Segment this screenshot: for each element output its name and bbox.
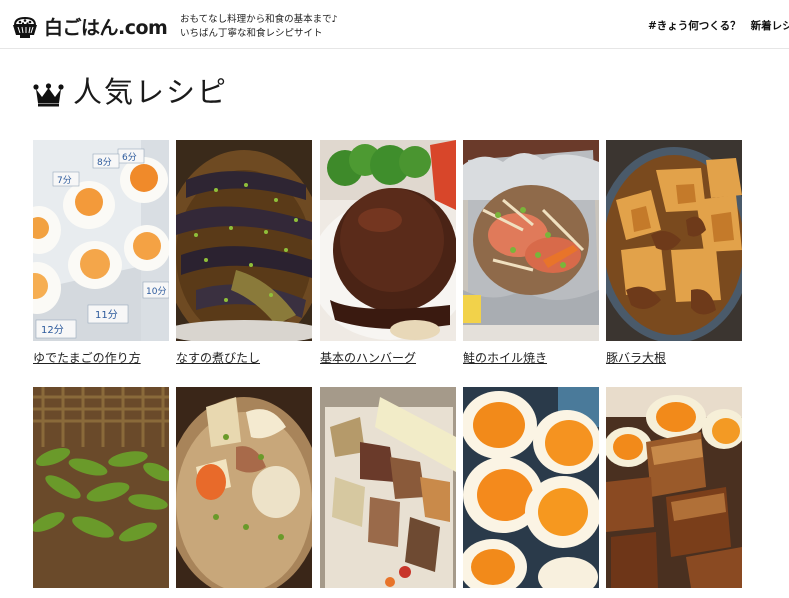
recipe-thumbnail[interactable]: 6分 7分 8分 10分 11分 12分	[33, 140, 169, 341]
recipe-title-link[interactable]: 基本のハンバーグ	[320, 351, 456, 366]
nav-link-new-recipes[interactable]: 新着レシピ	[751, 18, 789, 33]
recipe-title-link[interactable]: 鮭のホイル焼き	[463, 351, 599, 366]
recipe-thumbnail[interactable]	[463, 387, 599, 588]
eggplant-photo	[176, 140, 312, 341]
recipe-card[interactable]: 豚バラ大根	[606, 140, 742, 366]
recipe-card[interactable]	[320, 387, 456, 598]
header-nav: #きょう何つくる？ 新着レシピ	[648, 18, 789, 33]
recipe-card[interactable]: 基本のハンバーグ	[320, 140, 456, 366]
nav-link-today[interactable]: #きょう何つくる？	[648, 18, 741, 33]
logo-text: 白ごはん.com	[44, 17, 168, 39]
recipe-card[interactable]: なすの煮びたし	[176, 140, 312, 366]
recipe-card[interactable]	[463, 387, 599, 598]
recipe-thumbnail[interactable]	[606, 387, 742, 588]
egg-label-6: 6分	[122, 152, 137, 163]
simmered-vegetables-photo	[320, 387, 456, 588]
recipe-thumbnail[interactable]	[320, 387, 456, 588]
hamburg-steak-photo	[320, 140, 456, 341]
edamame-photo	[33, 387, 169, 588]
recipe-card[interactable]: 6分 7分 8分 10分 11分 12分 ゆでたまごの作り方	[33, 140, 169, 366]
recipe-title-link[interactable]: ゆでたまごの作り方	[33, 351, 169, 366]
egg-label-8: 8分	[97, 157, 112, 168]
rice-bowl-icon	[13, 16, 37, 38]
egg-label-7: 7分	[57, 175, 72, 186]
site-tagline: おもてなし料理から和食の基本まで♪ いちばん丁寧な和食レシピサイト	[180, 13, 390, 41]
recipe-thumbnail[interactable]	[176, 140, 312, 341]
egg-label-11: 11分	[95, 309, 118, 321]
section-heading: 人気レシピ	[33, 72, 228, 112]
section-title: 人気レシピ	[73, 75, 229, 109]
recipe-thumbnail[interactable]	[33, 387, 169, 588]
tonjiru-photo	[176, 387, 312, 588]
recipe-card[interactable]: 鮭のホイル焼き	[463, 140, 599, 366]
tagline-line-1: おもてなし料理から和食の基本まで♪	[180, 14, 338, 25]
site-header: 白ごはん.com おもてなし料理から和食の基本まで♪ いちばん丁寧な和食レシピサ…	[0, 0, 789, 49]
site-logo[interactable]: 白ごはん.com	[11, 16, 168, 40]
crown-icon	[33, 83, 64, 107]
recipe-thumbnail[interactable]	[606, 140, 742, 341]
boiled-eggs-photo: 6分 7分 8分 10分 11分 12分	[33, 140, 169, 341]
egg-label-12: 12分	[41, 324, 64, 336]
egg-label-10: 10分	[146, 286, 166, 297]
recipe-card[interactable]	[606, 387, 742, 598]
recipe-thumbnail[interactable]	[463, 140, 599, 341]
recipe-title-link[interactable]: 豚バラ大根	[606, 351, 742, 366]
marinated-eggs-photo	[463, 387, 599, 588]
recipe-title-link[interactable]: なすの煮びたし	[176, 351, 312, 366]
recipe-card[interactable]	[176, 387, 312, 598]
recipe-thumbnail[interactable]	[320, 140, 456, 341]
pork-daikon-photo	[606, 140, 742, 341]
salmon-foil-photo	[463, 140, 599, 341]
recipe-card[interactable]	[33, 387, 169, 598]
recipe-thumbnail[interactable]	[176, 387, 312, 588]
braised-pork-photo	[606, 387, 742, 588]
tagline-line-2: いちばん丁寧な和食レシピサイト	[180, 28, 323, 39]
